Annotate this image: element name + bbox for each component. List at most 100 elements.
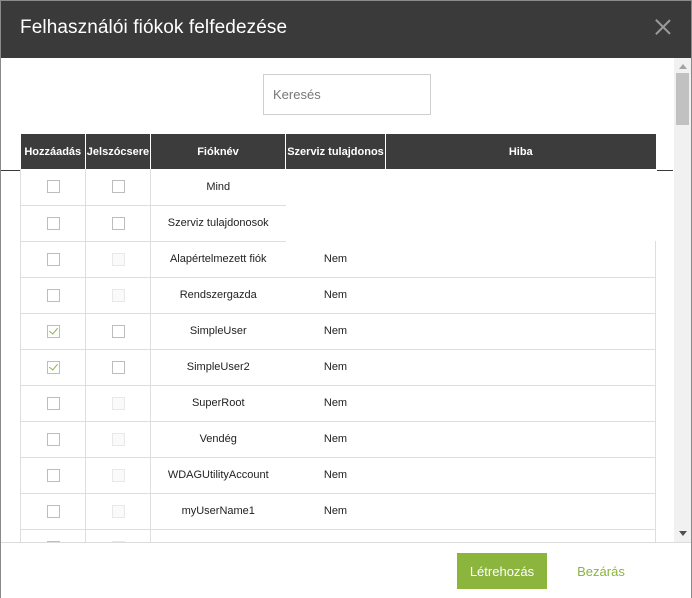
table-row: myUserName1 Nem <box>20 493 656 530</box>
add-checkbox[interactable] <box>46 216 60 230</box>
account-name-cell: WDAGUtilityAccount <box>150 457 286 494</box>
add-checkbox[interactable] <box>46 468 60 482</box>
error-cell <box>386 169 656 205</box>
error-cell <box>385 313 656 350</box>
add-checkbox[interactable] <box>46 432 60 446</box>
table-row: Vendég Nem <box>20 421 656 458</box>
password-change-checkbox <box>111 288 125 302</box>
add-checkbox[interactable] <box>46 288 60 302</box>
table-header-row: Hozzáadás Jelszócsere Fióknév Szerviz tu… <box>20 134 656 169</box>
divider <box>657 170 673 171</box>
error-cell <box>385 385 656 422</box>
cell-add <box>20 277 86 314</box>
cell-add <box>20 205 86 242</box>
table-row: Alapértelmezett fiók Nem <box>20 241 656 278</box>
account-name-cell <box>150 529 286 542</box>
cell-password-change <box>85 241 151 278</box>
search-input[interactable] <box>263 74 431 115</box>
vertical-scrollbar[interactable] <box>674 58 691 542</box>
error-cell <box>385 493 656 530</box>
error-cell <box>385 529 656 542</box>
password-change-checkbox[interactable] <box>111 324 125 338</box>
table-row: SimpleUser Nem <box>20 313 656 350</box>
scroll-up-arrow-icon[interactable] <box>679 64 687 69</box>
cell-password-change <box>85 169 151 206</box>
cell-password-change <box>85 457 151 494</box>
cell-add <box>20 421 86 458</box>
password-change-checkbox <box>111 432 125 446</box>
dialog-footer: Létrehozás Bezárás <box>1 542 691 598</box>
cell-password-change <box>85 529 151 542</box>
service-owner-cell: Nem <box>285 241 386 278</box>
cell-password-change <box>85 277 151 314</box>
scroll-down-arrow-icon[interactable] <box>679 531 687 536</box>
cell-add <box>20 457 86 494</box>
error-cell <box>385 349 656 386</box>
account-name-cell: myUserName1 <box>150 493 286 530</box>
account-name-cell: Vendég <box>150 421 286 458</box>
password-change-checkbox[interactable] <box>111 360 125 374</box>
dialog-body: Hozzáadás Jelszócsere Fióknév Szerviz tu… <box>1 58 691 542</box>
table-row: Szerviz tulajdonosok <box>20 205 656 242</box>
divider <box>1 170 21 171</box>
password-change-checkbox <box>111 504 125 518</box>
column-header-service-owner: Szerviz tulajdonos <box>285 134 386 169</box>
cell-password-change <box>85 421 151 458</box>
cell-password-change <box>85 313 151 350</box>
error-cell <box>385 457 656 494</box>
error-cell <box>385 241 656 278</box>
password-change-checkbox <box>111 396 125 410</box>
service-owner-cell: Nem <box>285 349 386 386</box>
account-name-cell: Alapértelmezett fiók <box>150 241 286 278</box>
service-owner-cell <box>286 205 386 241</box>
cell-add <box>20 385 86 422</box>
add-checkbox[interactable] <box>46 396 60 410</box>
cell-password-change <box>85 205 151 242</box>
table-row: WDAGUtilityAccount Nem <box>20 457 656 494</box>
create-button[interactable]: Létrehozás <box>457 553 547 589</box>
error-cell <box>385 421 656 458</box>
account-name-cell: SimpleUser <box>150 313 286 350</box>
table-row <box>20 529 656 542</box>
cell-add <box>20 169 86 206</box>
accounts-table: Hozzáadás Jelszócsere Fióknév Szerviz tu… <box>20 134 656 542</box>
add-checkbox[interactable] <box>46 252 60 266</box>
password-change-checkbox[interactable] <box>111 216 125 230</box>
column-header-password-change: Jelszócsere <box>85 134 151 169</box>
account-name-cell: SuperRoot <box>150 385 286 422</box>
service-owner-cell <box>285 529 386 542</box>
service-owner-cell: Nem <box>285 493 386 530</box>
scrollbar-thumb[interactable] <box>676 73 689 125</box>
service-owner-cell: Nem <box>285 457 386 494</box>
password-change-checkbox <box>111 468 125 482</box>
close-icon[interactable] <box>655 19 671 35</box>
cell-password-change <box>85 349 151 386</box>
error-cell <box>385 277 656 314</box>
password-change-checkbox <box>111 252 125 266</box>
table-row: SuperRoot Nem <box>20 385 656 422</box>
cell-add <box>20 241 86 278</box>
column-header-error: Hiba <box>385 134 656 169</box>
add-checkbox[interactable] <box>46 504 60 518</box>
discover-accounts-dialog: Felhasználói fiókok felfedezése Hozzáadá… <box>0 0 692 598</box>
account-name-cell: Szerviz tulajdonosok <box>150 205 286 242</box>
cell-add <box>20 529 86 542</box>
close-button[interactable]: Bezárás <box>566 553 636 589</box>
account-name-cell: Mind <box>150 169 286 206</box>
cell-add <box>20 313 86 350</box>
password-change-checkbox[interactable] <box>111 180 125 194</box>
add-checkbox[interactable] <box>46 360 60 374</box>
account-name-cell: Rendszergazda <box>150 277 286 314</box>
column-header-account-name: Fióknév <box>150 134 286 169</box>
service-owner-cell: Nem <box>285 277 386 314</box>
service-owner-cell: Nem <box>285 313 386 350</box>
add-checkbox[interactable] <box>46 180 60 194</box>
dialog-header: Felhasználói fiókok felfedezése <box>1 1 691 58</box>
cell-password-change <box>85 493 151 530</box>
account-name-cell: SimpleUser2 <box>150 349 286 386</box>
column-header-add: Hozzáadás <box>20 134 86 169</box>
cell-add <box>20 349 86 386</box>
add-checkbox[interactable] <box>46 324 60 338</box>
table-row: SimpleUser2 Nem <box>20 349 656 386</box>
table-row: Mind <box>20 169 656 206</box>
